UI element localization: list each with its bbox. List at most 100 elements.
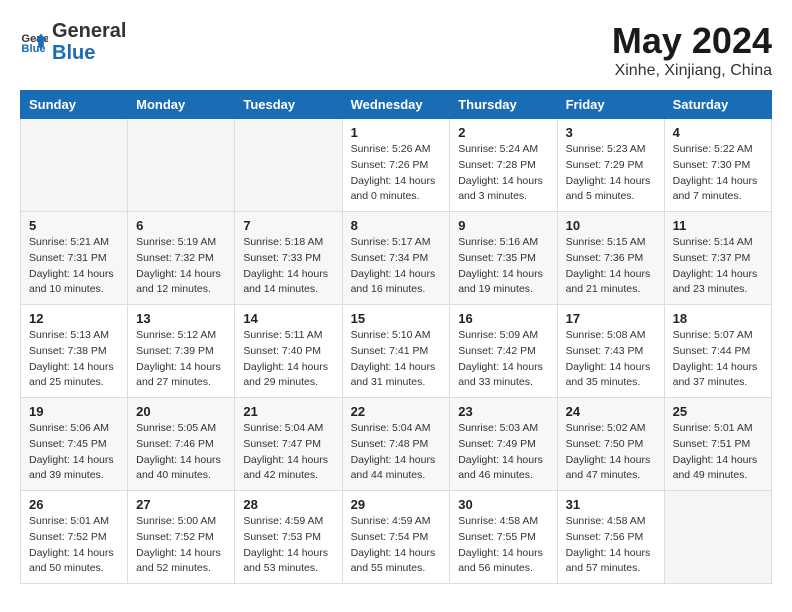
calendar-day-cell: 15Sunrise: 5:10 AMSunset: 7:41 PMDayligh… [342,305,450,398]
day-info: Sunrise: 5:21 AMSunset: 7:31 PMDaylight:… [29,235,119,298]
day-number: 2 [458,125,548,140]
day-number: 11 [673,218,763,233]
calendar-day-cell [21,119,128,212]
calendar-title: May 2024 [612,20,772,62]
calendar-day-cell: 9 Sunrise: 5:16 AMSunset: 7:35 PMDaylight… [450,212,557,305]
day-info: Sunrise: 5:02 AMSunset: 7:50 PMDaylight:… [566,421,656,484]
calendar-week-row: 1 Sunrise: 5:26 AMSunset: 7:26 PMDaylight… [21,119,772,212]
day-info: Sunrise: 5:13 AMSunset: 7:38 PMDaylight:… [29,328,119,391]
weekday-header: Sunday [21,91,128,119]
day-number: 7 [243,218,333,233]
day-info: Sunrise: 5:16 AMSunset: 7:35 PMDaylight:… [458,235,548,298]
day-number: 26 [29,497,119,512]
day-info: Sunrise: 5:05 AMSunset: 7:46 PMDaylight:… [136,421,226,484]
calendar-day-cell: 10 Sunrise: 5:15 AMSunset: 7:36 PMDayligh… [557,212,664,305]
day-number: 4 [673,125,763,140]
day-info: Sunrise: 5:01 AMSunset: 7:51 PMDaylight:… [673,421,763,484]
day-number: 12 [29,311,119,326]
logo: General Blue General Blue [20,20,126,64]
calendar-day-cell: 29Sunrise: 4:59 AMSunset: 7:54 PMDayligh… [342,491,450,584]
calendar-day-cell: 4 Sunrise: 5:22 AMSunset: 7:30 PMDaylight… [664,119,771,212]
calendar-day-cell: 22 Sunrise: 5:04 AMSunset: 7:48 PMDayligh… [342,398,450,491]
day-number: 24 [566,404,656,419]
calendar-day-cell: 31 Sunrise: 4:58 AMSunset: 7:56 PMDayligh… [557,491,664,584]
day-info: Sunrise: 5:10 AMSunset: 7:41 PMDaylight:… [351,328,442,391]
weekday-header: Wednesday [342,91,450,119]
day-info: Sunrise: 5:07 AMSunset: 7:44 PMDaylight:… [673,328,763,391]
weekday-header: Thursday [450,91,557,119]
calendar-day-cell: 1 Sunrise: 5:26 AMSunset: 7:26 PMDaylight… [342,119,450,212]
logo-blue: Blue [52,42,126,64]
calendar-day-cell: 20Sunrise: 5:05 AMSunset: 7:46 PMDayligh… [128,398,235,491]
calendar-day-cell: 26 Sunrise: 5:01 AMSunset: 7:52 PMDayligh… [21,491,128,584]
calendar-day-cell [664,491,771,584]
day-info: Sunrise: 4:59 AMSunset: 7:53 PMDaylight:… [243,514,333,577]
day-number: 10 [566,218,656,233]
day-number: 25 [673,404,763,419]
day-info: Sunrise: 5:26 AMSunset: 7:26 PMDaylight:… [351,142,442,205]
day-number: 28 [243,497,333,512]
day-number: 30 [458,497,548,512]
day-info: Sunrise: 5:06 AMSunset: 7:45 PMDaylight:… [29,421,119,484]
calendar-day-cell: 17Sunrise: 5:08 AMSunset: 7:43 PMDayligh… [557,305,664,398]
day-info: Sunrise: 5:18 AMSunset: 7:33 PMDaylight:… [243,235,333,298]
day-number: 8 [351,218,442,233]
calendar-subtitle: Xinhe, Xinjiang, China [612,62,772,80]
calendar-table: SundayMondayTuesdayWednesdayThursdayFrid… [20,90,772,584]
calendar-day-cell: 2Sunrise: 5:24 AMSunset: 7:28 PMDaylight… [450,119,557,212]
day-info: Sunrise: 5:19 AMSunset: 7:32 PMDaylight:… [136,235,226,298]
calendar-day-cell: 28 Sunrise: 4:59 AMSunset: 7:53 PMDayligh… [235,491,342,584]
calendar-day-cell: 3 Sunrise: 5:23 AMSunset: 7:29 PMDaylight… [557,119,664,212]
calendar-day-cell: 6 Sunrise: 5:19 AMSunset: 7:32 PMDaylight… [128,212,235,305]
day-number: 22 [351,404,442,419]
calendar-day-cell: 23Sunrise: 5:03 AMSunset: 7:49 PMDayligh… [450,398,557,491]
calendar-header-row: SundayMondayTuesdayWednesdayThursdayFrid… [21,91,772,119]
day-info: Sunrise: 5:15 AMSunset: 7:36 PMDaylight:… [566,235,656,298]
day-number: 6 [136,218,226,233]
calendar-day-cell: 21Sunrise: 5:04 AMSunset: 7:47 PMDayligh… [235,398,342,491]
calendar-day-cell: 30Sunrise: 4:58 AMSunset: 7:55 PMDayligh… [450,491,557,584]
day-info: Sunrise: 5:17 AMSunset: 7:34 PMDaylight:… [351,235,442,298]
calendar-day-cell: 27 Sunrise: 5:00 AMSunset: 7:52 PMDayligh… [128,491,235,584]
day-info: Sunrise: 4:58 AMSunset: 7:56 PMDaylight:… [566,514,656,577]
day-number: 18 [673,311,763,326]
calendar-week-row: 19Sunrise: 5:06 AMSunset: 7:45 PMDayligh… [21,398,772,491]
day-number: 5 [29,218,119,233]
calendar-week-row: 26 Sunrise: 5:01 AMSunset: 7:52 PMDayligh… [21,491,772,584]
weekday-header: Saturday [664,91,771,119]
day-number: 9 [458,218,548,233]
day-info: Sunrise: 5:14 AMSunset: 7:37 PMDaylight:… [673,235,763,298]
calendar-day-cell [235,119,342,212]
day-info: Sunrise: 5:22 AMSunset: 7:30 PMDaylight:… [673,142,763,205]
calendar-week-row: 5 Sunrise: 5:21 AMSunset: 7:31 PMDaylight… [21,212,772,305]
calendar-day-cell: 13Sunrise: 5:12 AMSunset: 7:39 PMDayligh… [128,305,235,398]
calendar-day-cell: 16Sunrise: 5:09 AMSunset: 7:42 PMDayligh… [450,305,557,398]
calendar-day-cell: 24 Sunrise: 5:02 AMSunset: 7:50 PMDayligh… [557,398,664,491]
day-number: 16 [458,311,548,326]
calendar-day-cell: 12 Sunrise: 5:13 AMSunset: 7:38 PMDayligh… [21,305,128,398]
day-number: 23 [458,404,548,419]
day-info: Sunrise: 5:00 AMSunset: 7:52 PMDaylight:… [136,514,226,577]
day-info: Sunrise: 5:23 AMSunset: 7:29 PMDaylight:… [566,142,656,205]
calendar-day-cell: 8 Sunrise: 5:17 AMSunset: 7:34 PMDaylight… [342,212,450,305]
day-number: 21 [243,404,333,419]
weekday-header: Tuesday [235,91,342,119]
calendar-day-cell: 18 Sunrise: 5:07 AMSunset: 7:44 PMDayligh… [664,305,771,398]
day-number: 13 [136,311,226,326]
page-header: General Blue General Blue May 2024 Xinhe… [20,20,772,80]
day-number: 1 [351,125,442,140]
day-number: 3 [566,125,656,140]
logo-icon: General Blue [20,28,48,56]
day-info: Sunrise: 5:08 AMSunset: 7:43 PMDaylight:… [566,328,656,391]
logo-general: General [52,20,126,42]
day-number: 27 [136,497,226,512]
day-info: Sunrise: 5:04 AMSunset: 7:48 PMDaylight:… [351,421,442,484]
day-number: 31 [566,497,656,512]
calendar-day-cell: 19Sunrise: 5:06 AMSunset: 7:45 PMDayligh… [21,398,128,491]
svg-text:Blue: Blue [21,43,45,55]
calendar-day-cell: 11 Sunrise: 5:14 AMSunset: 7:37 PMDayligh… [664,212,771,305]
calendar-day-cell [128,119,235,212]
day-info: Sunrise: 5:01 AMSunset: 7:52 PMDaylight:… [29,514,119,577]
day-info: Sunrise: 5:11 AMSunset: 7:40 PMDaylight:… [243,328,333,391]
calendar-day-cell: 25 Sunrise: 5:01 AMSunset: 7:51 PMDayligh… [664,398,771,491]
